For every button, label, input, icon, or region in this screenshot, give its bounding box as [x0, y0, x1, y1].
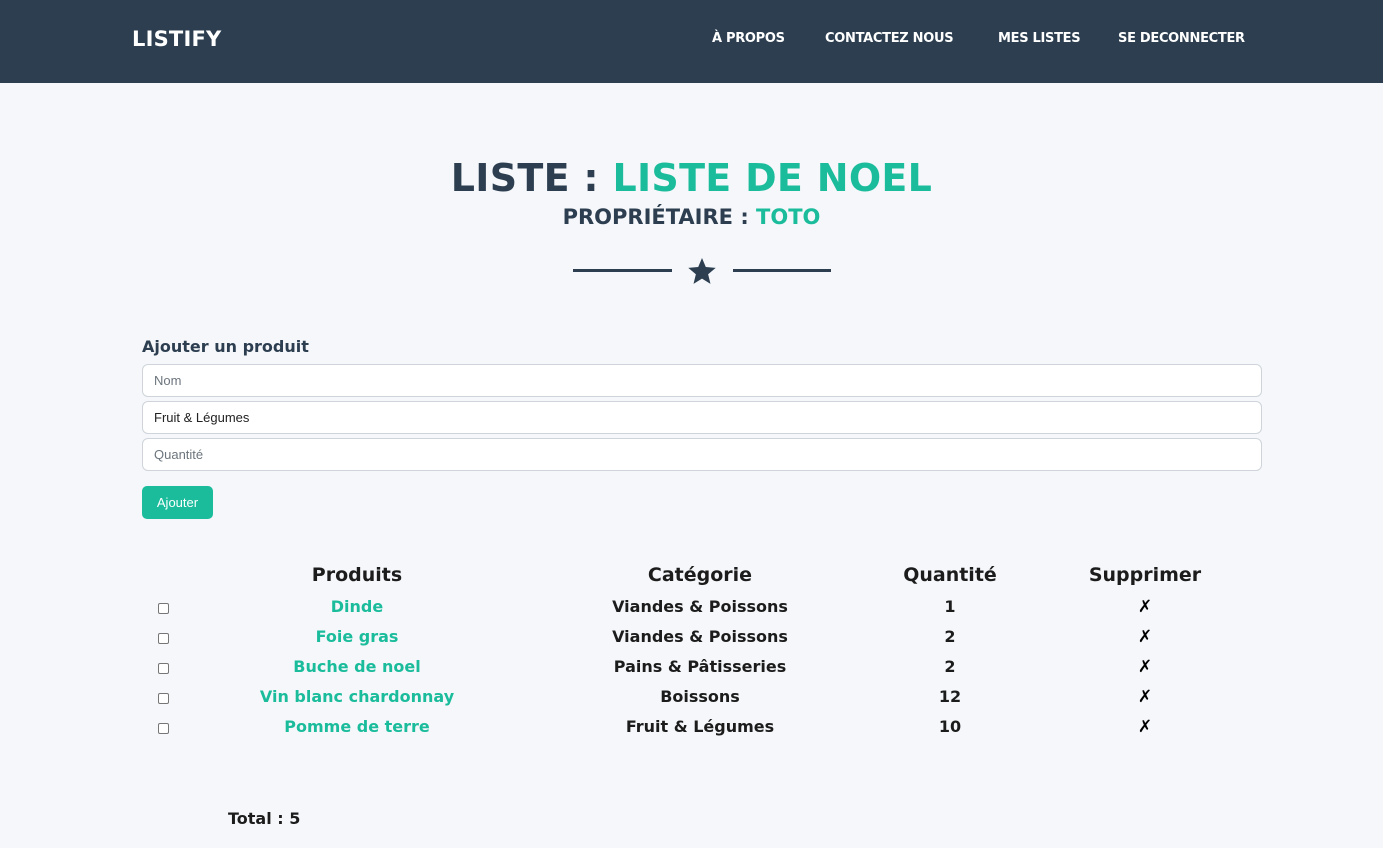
navbar: LISTIFY À PROPOS CONTACTEZ NOUS MES LIST…: [0, 0, 1383, 83]
page-title-prefix: LISTE :: [450, 156, 613, 200]
page-title: LISTE : LISTE DE NOEL: [0, 156, 1383, 200]
row-checkbox[interactable]: [158, 723, 169, 734]
owner-name: TOTO: [756, 205, 821, 229]
row-checkbox[interactable]: [158, 633, 169, 644]
add-product-title: Ajouter un produit: [142, 337, 309, 356]
nav-link-logout[interactable]: SE DECONNECTER: [1118, 31, 1245, 46]
product-category: Boissons: [660, 687, 740, 706]
row-checkbox[interactable]: [158, 693, 169, 704]
delete-icon[interactable]: ✗: [1075, 717, 1215, 737]
divider-line-left: [573, 269, 672, 272]
product-name: Vin blanc chardonnay: [259, 687, 455, 706]
list-name: LISTE DE NOEL: [612, 156, 933, 200]
product-category: Viandes & Poissons: [612, 597, 788, 616]
star-icon: [688, 258, 716, 284]
quantity-input[interactable]: [142, 438, 1262, 471]
product-quantity: 2: [944, 627, 956, 646]
delete-icon[interactable]: ✗: [1075, 627, 1215, 647]
row-checkbox[interactable]: [158, 663, 169, 674]
total-count: Total : 5: [228, 809, 301, 828]
product-name: Buche de noel: [293, 657, 421, 676]
product-category: Fruit & Légumes: [625, 717, 775, 736]
add-product-button[interactable]: Ajouter: [142, 486, 213, 519]
product-quantity: 2: [944, 657, 956, 676]
divider-line-right: [733, 269, 831, 272]
column-header-delete: Supprimer: [1088, 564, 1202, 586]
product-quantity: 10: [938, 717, 962, 736]
product-quantity: 1: [944, 597, 956, 616]
nav-link-contact[interactable]: CONTACTEZ NOUS: [825, 31, 954, 46]
column-header-quantity: Quantité: [903, 564, 997, 586]
column-header-products: Produits: [311, 564, 403, 586]
product-name: Pomme de terre: [284, 717, 430, 736]
delete-icon[interactable]: ✗: [1075, 657, 1215, 677]
product-name: Foie gras: [315, 627, 399, 646]
product-category: Viandes & Poissons: [612, 627, 788, 646]
delete-icon[interactable]: ✗: [1075, 597, 1215, 617]
nav-link-mes-listes[interactable]: MES LISTES: [998, 31, 1081, 46]
brand-logo[interactable]: LISTIFY: [132, 27, 221, 51]
category-select[interactable]: Fruit & Légumes: [142, 401, 1262, 434]
owner-prefix: PROPRIÉTAIRE :: [562, 205, 757, 229]
row-checkbox[interactable]: [158, 603, 169, 614]
product-name-input[interactable]: [142, 364, 1262, 397]
product-quantity: 12: [938, 687, 962, 706]
column-header-category: Catégorie: [647, 564, 753, 586]
product-category: Pains & Pâtisseries: [613, 657, 787, 676]
nav-link-a-propos[interactable]: À PROPOS: [712, 31, 785, 46]
owner-line: PROPRIÉTAIRE : TOTO: [0, 205, 1383, 229]
product-name: Dinde: [330, 597, 384, 616]
delete-icon[interactable]: ✗: [1075, 687, 1215, 707]
